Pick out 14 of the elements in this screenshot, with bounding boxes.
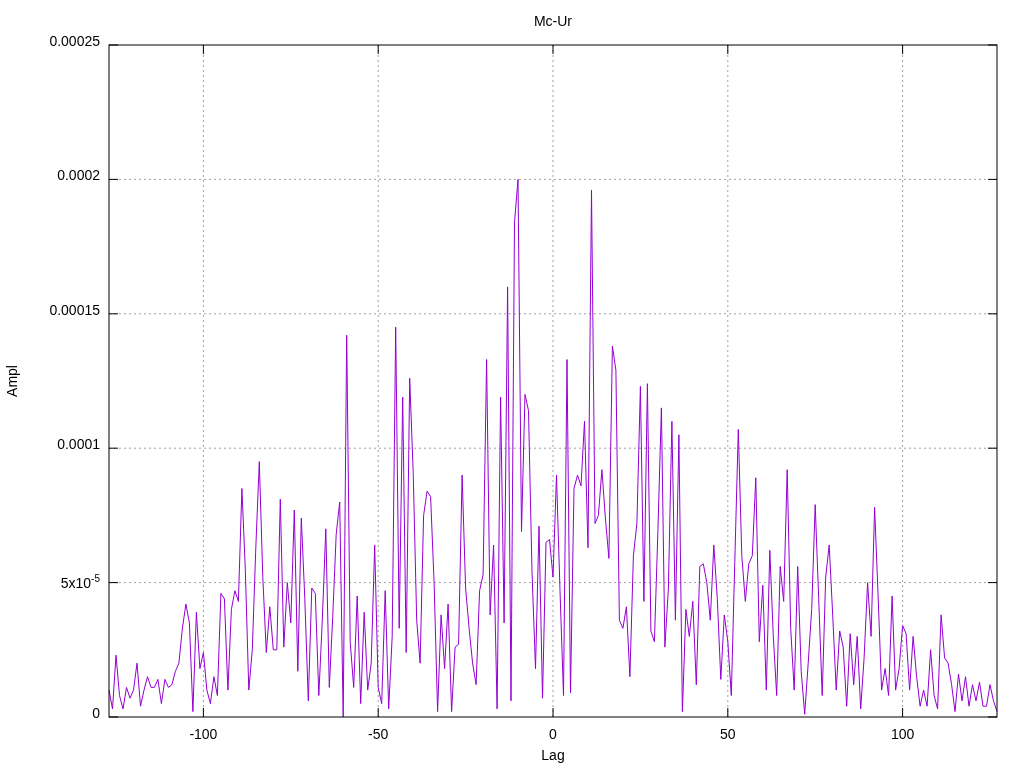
tick-label: 100	[890, 726, 915, 742]
tick-label: 50	[720, 726, 736, 742]
chart-title: Mc-Ur	[533, 13, 573, 29]
axis-title: Lag	[541, 747, 565, 763]
tick-label: 0.0002	[56, 167, 100, 184]
tick-label: 0.00015	[48, 301, 100, 318]
axis-title: Ampl	[4, 365, 20, 397]
tick-label: -100	[189, 726, 218, 742]
tick-label: 0	[549, 726, 557, 742]
tick-label: 0.0001	[56, 436, 100, 453]
tick-label: 5x10$^{-5}$	[59, 571, 100, 591]
tick-label: -50	[368, 726, 389, 742]
tick-label: 0	[91, 705, 100, 721]
tick-label: 0.00025	[48, 33, 100, 49]
